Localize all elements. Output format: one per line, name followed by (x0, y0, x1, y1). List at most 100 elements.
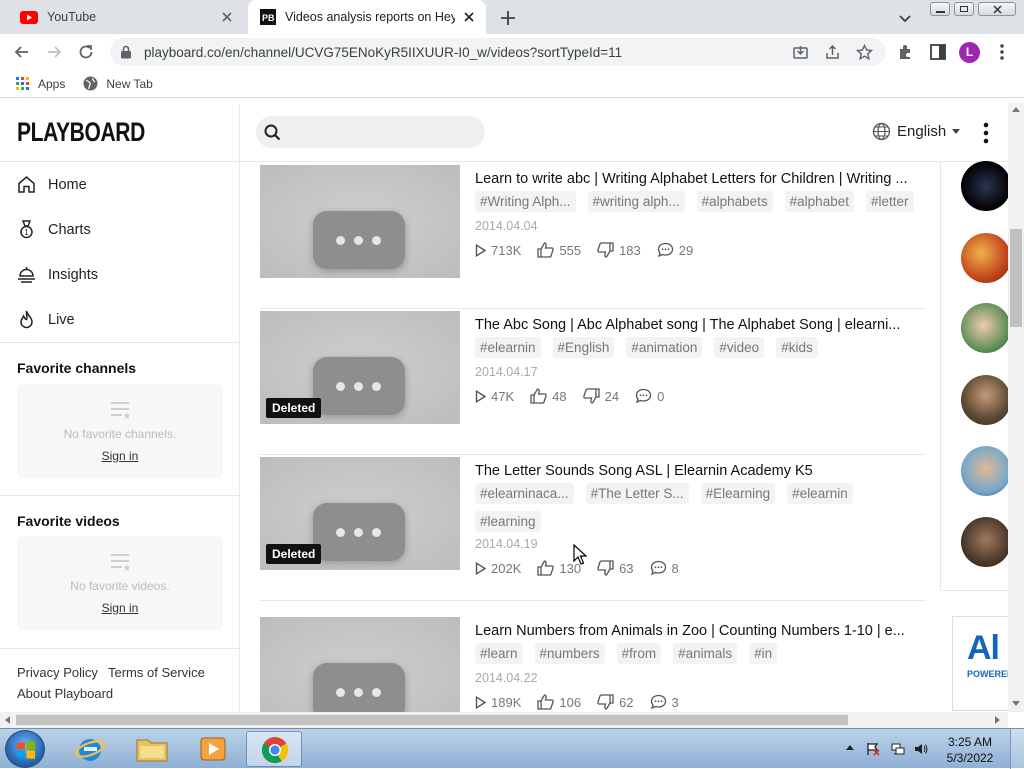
video-thumbnail[interactable] (260, 165, 460, 278)
minimize-button[interactable] (930, 2, 950, 16)
channel-avatar[interactable] (961, 517, 1008, 567)
restore-button[interactable] (954, 2, 974, 16)
scroll-down-arrow-icon[interactable] (1012, 701, 1020, 706)
kebab-menu-icon[interactable] (982, 122, 990, 144)
extensions-puzzle-icon[interactable] (896, 42, 916, 62)
channel-avatar[interactable] (961, 446, 1008, 496)
hashtag-chip[interactable]: #elearnin (475, 337, 541, 358)
sidebar-item-live[interactable]: Live (17, 310, 75, 329)
address-bar[interactable]: playboard.co/en/channel/UCVG75ENoKyR5IIX… (110, 38, 886, 66)
back-arrow-icon[interactable] (12, 42, 32, 62)
volume-icon[interactable] (914, 742, 928, 756)
taskbar-chrome[interactable] (246, 731, 302, 767)
hashtag-chip[interactable]: #animals (673, 643, 738, 664)
share-icon[interactable] (824, 44, 841, 61)
sidebar-item-charts[interactable]: 1 Charts (17, 220, 91, 239)
start-button[interactable] (5, 730, 45, 768)
video-thumbnail[interactable]: Deleted (260, 311, 460, 424)
hashtag-chip[interactable]: #Writing Alph... (475, 191, 576, 212)
tab-youtube[interactable]: YouTube (8, 0, 244, 34)
sign-in-link[interactable]: Sign in (17, 601, 223, 615)
video-row[interactable]: Deleted The Letter Sounds Song ASL | Ele… (260, 455, 926, 601)
svg-text:1: 1 (24, 228, 29, 237)
channel-avatar[interactable] (961, 233, 1008, 283)
language-selector[interactable]: English (872, 122, 961, 141)
privacy-policy-link[interactable]: Privacy Policy (17, 665, 98, 680)
hashtag-chip[interactable]: #kids (776, 337, 818, 358)
scroll-left-arrow-icon[interactable] (5, 716, 10, 724)
hashtag-chip[interactable]: #alphabet (784, 191, 854, 212)
playboard-logo[interactable]: PLAYBOARD (17, 117, 145, 148)
video-title[interactable]: The Letter Sounds Song ASL | Elearnin Ac… (475, 463, 925, 479)
video-row[interactable]: Deleted The Abc Song | Abc Alphabet song… (260, 309, 926, 455)
horizontal-scrollbar[interactable] (0, 712, 1008, 728)
ad-banner[interactable]: Al POWEREI (952, 616, 1008, 711)
hashtag-chip[interactable]: #learning (475, 511, 541, 532)
hashtag-chip[interactable]: #English (552, 337, 615, 358)
taskbar-media-player[interactable] (185, 731, 241, 767)
video-title[interactable]: Learn to write abc | Writing Alphabet Le… (475, 171, 925, 187)
hashtag-chip[interactable]: #learn (475, 643, 523, 664)
hashtag-chip[interactable]: #alphabets (696, 191, 773, 212)
scroll-right-arrow-icon[interactable] (995, 716, 1000, 724)
new-tab-plus-icon[interactable] (498, 8, 518, 28)
divider (0, 161, 240, 162)
show-hidden-icons-arrow[interactable] (846, 745, 854, 750)
sidebar-item-home[interactable]: Home (17, 175, 87, 194)
chevron-down-icon[interactable] (896, 9, 914, 27)
show-desktop-button[interactable] (1010, 729, 1024, 769)
search-input[interactable] (256, 116, 485, 148)
hashtag-chip[interactable]: #numbers (534, 643, 605, 664)
scrollbar-thumb[interactable] (16, 715, 848, 725)
bookmark-new-tab[interactable]: New Tab (83, 76, 153, 91)
channel-avatar[interactable] (961, 303, 1008, 353)
forward-arrow-icon[interactable] (44, 42, 64, 62)
sidebar-item-insights[interactable]: Insights (17, 265, 98, 284)
star-bookmark-icon[interactable] (856, 44, 873, 61)
side-panel-icon[interactable] (928, 42, 948, 62)
kebab-menu-icon[interactable] (992, 42, 1012, 62)
scroll-up-arrow-icon[interactable] (1012, 107, 1020, 112)
video-thumbnail[interactable]: Deleted (260, 457, 460, 570)
hashtag-chip[interactable]: #video (714, 337, 765, 358)
bookmark-apps[interactable]: Apps (16, 76, 65, 91)
close-icon[interactable] (220, 10, 234, 24)
lock-icon[interactable] (120, 45, 132, 59)
hashtag-chip[interactable]: #animation (626, 337, 703, 358)
video-thumbnail[interactable] (260, 617, 460, 712)
vertical-scrollbar[interactable] (1008, 103, 1024, 712)
video-row[interactable]: Learn Numbers from Animals in Zoo | Coun… (260, 615, 926, 712)
system-clock[interactable]: 3:25 AM 5/3/2022 (940, 734, 1000, 766)
hashtag-chip[interactable]: #The Letter S... (585, 483, 689, 504)
hashtag-chip[interactable]: #writing alph... (587, 191, 685, 212)
window-close-button[interactable] (978, 2, 1016, 16)
network-icon[interactable] (891, 742, 905, 756)
profile-avatar[interactable]: L (959, 42, 980, 63)
channel-avatar[interactable] (961, 375, 1008, 425)
hashtag-chip[interactable]: #in (749, 643, 778, 664)
tab-playboard[interactable]: PB Videos analysis reports on Hey S (248, 0, 486, 34)
hashtag-chip[interactable]: #elearnin (787, 483, 853, 504)
close-icon[interactable] (462, 10, 476, 24)
action-center-flag-icon[interactable] (866, 742, 880, 756)
sign-in-link[interactable]: Sign in (17, 449, 223, 463)
hashtag-chip[interactable]: #letter (865, 191, 914, 212)
hashtag-chip[interactable]: #Elearning (700, 483, 776, 504)
comment-icon (650, 694, 666, 710)
hashtag-chip[interactable]: #elearninaca... (475, 483, 574, 504)
video-title[interactable]: Learn Numbers from Animals in Zoo | Coun… (475, 623, 925, 639)
reload-icon[interactable] (76, 42, 96, 62)
video-title[interactable]: The Abc Song | Abc Alphabet song | The A… (475, 317, 925, 333)
search-icon[interactable] (264, 124, 281, 141)
url-text[interactable]: playboard.co/en/channel/UCVG75ENoKyR5IIX… (144, 45, 622, 60)
taskbar-file-explorer[interactable] (124, 731, 180, 767)
video-row[interactable]: Learn to write abc | Writing Alphabet Le… (260, 163, 926, 309)
install-app-icon[interactable] (792, 44, 809, 61)
channel-avatar[interactable] (961, 161, 1008, 211)
taskbar-internet-explorer[interactable] (62, 731, 118, 767)
terms-of-service-link[interactable]: Terms of Service (108, 665, 205, 680)
about-playboard-link[interactable]: About Playboard (17, 686, 113, 701)
hashtag-chip[interactable]: #from (616, 643, 662, 664)
list-star-icon (111, 402, 131, 419)
scrollbar-thumb[interactable] (1010, 229, 1022, 327)
